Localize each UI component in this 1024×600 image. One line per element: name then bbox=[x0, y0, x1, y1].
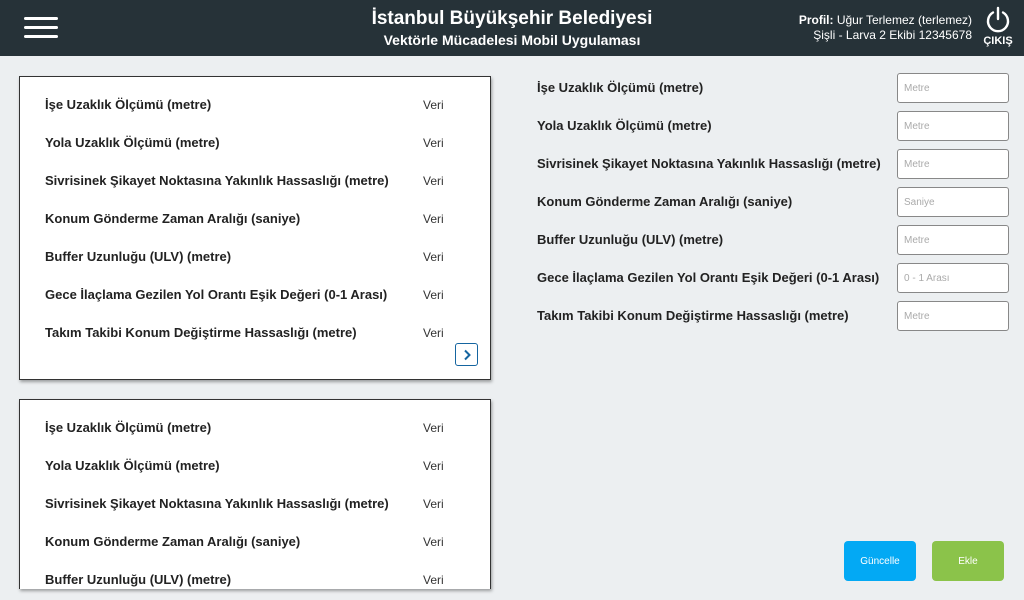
app-title: İstanbul Büyükşehir Belediyesi bbox=[371, 8, 653, 29]
profile-detail: Şişli - Larva 2 Ekibi 12345678 bbox=[813, 28, 972, 42]
ise-uzaklik-input[interactable] bbox=[897, 73, 1009, 103]
update-button[interactable]: Güncelle bbox=[844, 541, 916, 581]
hamburger-menu-icon[interactable] bbox=[24, 15, 58, 41]
list-item-value: Veri bbox=[423, 497, 444, 511]
list-item: Konum Gönderme Zaman Aralığı (saniye) Ve… bbox=[45, 211, 470, 231]
list-item-value: Veri bbox=[423, 459, 444, 473]
list-item-label: Yola Uzaklık Ölçümü (metre) bbox=[45, 135, 220, 150]
form-label: Konum Gönderme Zaman Aralığı (saniye) bbox=[537, 194, 793, 209]
list-item-label: Sivrisinek Şikayet Noktasına Yakınlık Ha… bbox=[45, 496, 389, 511]
list-item: Takım Takibi Konum Değiştirme Hassaslığı… bbox=[45, 325, 470, 345]
app-header: İstanbul Büyükşehir Belediyesi Vektörle … bbox=[0, 0, 1024, 56]
form-label: Gece İlaçlama Gezilen Yol Orantı Eşik De… bbox=[537, 270, 880, 285]
list-item-value: Veri bbox=[423, 326, 444, 340]
list-item-label: Buffer Uzunluğu (ULV) (metre) bbox=[45, 572, 232, 587]
list-item: Sivrisinek Şikayet Noktasına Yakınlık Ha… bbox=[45, 173, 470, 193]
list-item: Konum Gönderme Zaman Aralığı (saniye) Ve… bbox=[45, 534, 470, 554]
list-item-label: Buffer Uzunluğu (ULV) (metre) bbox=[45, 249, 232, 264]
app-subtitle: Vektörle Mücadelesi Mobil Uygulaması bbox=[383, 32, 641, 48]
takim-takibi-input[interactable] bbox=[897, 301, 1009, 331]
logout-label: ÇIKIŞ bbox=[983, 35, 1013, 47]
list-item-value: Veri bbox=[423, 98, 444, 112]
profile-info: Profil: Uğur Terlemez (terlemez) Şişli -… bbox=[799, 13, 972, 43]
list-item-label: İşe Uzaklık Ölçümü (metre) bbox=[45, 97, 212, 112]
list-item-value: Veri bbox=[423, 174, 444, 188]
list-item: İşe Uzaklık Ölçümü (metre) Veri bbox=[45, 420, 470, 440]
next-page-button[interactable] bbox=[455, 343, 478, 366]
list-item: Buffer Uzunluğu (ULV) (metre) Veri bbox=[45, 572, 470, 589]
list-item: Buffer Uzunluğu (ULV) (metre) Veri bbox=[45, 249, 470, 269]
form-label: Yola Uzaklık Ölçümü (metre) bbox=[537, 118, 712, 133]
header-titles: İstanbul Büyükşehir Belediyesi Vektörle … bbox=[312, 7, 712, 49]
list-item: Yola Uzaklık Ölçümü (metre) Veri bbox=[45, 135, 470, 155]
power-icon bbox=[986, 6, 1010, 33]
profile-name: Uğur Terlemez (terlemez) bbox=[836, 13, 972, 27]
settings-list-card-2: İşe Uzaklık Ölçümü (metre) Veri Yola Uza… bbox=[19, 399, 491, 589]
buffer-uzunlugu-input[interactable] bbox=[897, 225, 1009, 255]
list-item-label: Konum Gönderme Zaman Aralığı (saniye) bbox=[45, 211, 301, 226]
list-item-label: Gece İlaçlama Gezilen Yol Orantı Eşik De… bbox=[45, 287, 388, 302]
yola-uzaklik-input[interactable] bbox=[897, 111, 1009, 141]
list-item: Sivrisinek Şikayet Noktasına Yakınlık Ha… bbox=[45, 496, 470, 516]
list-item: Gece İlaçlama Gezilen Yol Orantı Eşik De… bbox=[45, 287, 470, 307]
form-label: İşe Uzaklık Ölçümü (metre) bbox=[537, 80, 704, 95]
profile-label: Profil: bbox=[798, 13, 834, 27]
list-item-label: Sivrisinek Şikayet Noktasına Yakınlık Ha… bbox=[45, 173, 389, 188]
logout-button[interactable]: ÇIKIŞ bbox=[982, 6, 1014, 47]
add-button[interactable]: Ekle bbox=[932, 541, 1004, 581]
list-item-value: Veri bbox=[423, 250, 444, 264]
list-item-label: Takım Takibi Konum Değiştirme Hassaslığı… bbox=[45, 325, 357, 340]
form-label: Sivrisinek Şikayet Noktasına Yakınlık Ha… bbox=[537, 156, 881, 171]
list-item-label: Konum Gönderme Zaman Aralığı (saniye) bbox=[45, 534, 301, 549]
list-item-value: Veri bbox=[423, 421, 444, 435]
form-label: Buffer Uzunluğu (ULV) (metre) bbox=[537, 232, 724, 247]
konum-zaman-input[interactable] bbox=[897, 187, 1009, 217]
list-item-value: Veri bbox=[423, 136, 444, 150]
settings-list-card-1: İşe Uzaklık Ölçümü (metre) Veri Yola Uza… bbox=[19, 76, 491, 380]
esik-degeri-input[interactable] bbox=[897, 263, 1009, 293]
list-item: Yola Uzaklık Ölçümü (metre) Veri bbox=[45, 458, 470, 478]
list-item-label: Yola Uzaklık Ölçümü (metre) bbox=[45, 458, 220, 473]
chevron-right-icon bbox=[463, 349, 471, 360]
form-label: Takım Takibi Konum Değiştirme Hassaslığı… bbox=[537, 308, 849, 323]
sikayet-hassaslik-input[interactable] bbox=[897, 149, 1009, 179]
list-item-value: Veri bbox=[423, 573, 444, 587]
list-item-value: Veri bbox=[423, 535, 444, 549]
list-item-label: İşe Uzaklık Ölçümü (metre) bbox=[45, 420, 212, 435]
list-item-value: Veri bbox=[423, 212, 444, 226]
list-item-value: Veri bbox=[423, 288, 444, 302]
list-item: İşe Uzaklık Ölçümü (metre) Veri bbox=[45, 97, 470, 117]
